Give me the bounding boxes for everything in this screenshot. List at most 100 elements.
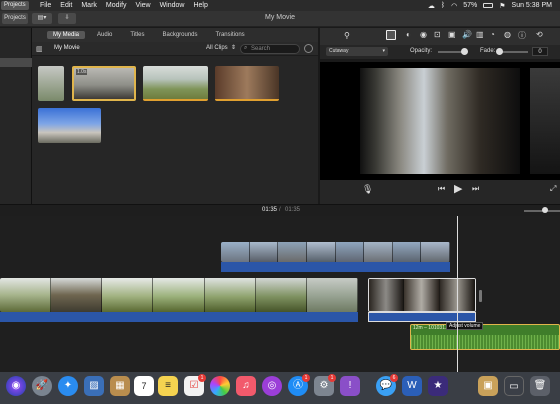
clip-filter-icon[interactable]: ◍ [504, 30, 511, 39]
menu-view[interactable]: View [136, 2, 151, 9]
chevron-updown-icon: ⇕ [231, 45, 237, 51]
project-name: My Movie [54, 45, 80, 51]
trash-icon[interactable]: 🗑 [530, 376, 550, 396]
downloads-folder-icon[interactable]: ▭ [504, 376, 524, 396]
settings-icon[interactable] [304, 44, 313, 53]
tab-transitions[interactable]: Transitions [210, 31, 251, 39]
siri-icon[interactable]: ◉ [6, 376, 26, 396]
flag-icon[interactable]: ⚑ [499, 2, 505, 10]
info-icon[interactable]: ⓘ [518, 30, 526, 41]
tab-titles[interactable]: Titles [124, 31, 150, 39]
reset-icon[interactable]: ⟲ [536, 30, 543, 39]
notes-icon[interactable]: ≡ [158, 376, 178, 396]
tab-audio[interactable]: Audio [91, 31, 118, 39]
play-icon[interactable]: ▶ [454, 182, 462, 195]
system-preferences-icon[interactable]: ⚙ 1 [314, 374, 336, 396]
opacity-slider[interactable] [438, 48, 468, 55]
video-viewer[interactable] [320, 62, 560, 180]
messages-badge: 6 [390, 374, 398, 382]
bluetooth-icon[interactable]: ᛒ [441, 2, 445, 9]
menu-file[interactable]: File [40, 2, 51, 9]
cutaway-clip-audio[interactable] [221, 262, 450, 272]
media-thumb-2-selected[interactable]: 1.0s [72, 66, 136, 101]
battery-icon[interactable] [483, 3, 494, 8]
sidebar-toggle-icon[interactable]: ▥ [36, 45, 43, 53]
playback-controls: 🎙 ⏮ ▶ ⏭ ⤢ [320, 180, 560, 204]
main-clip-2[interactable] [368, 278, 476, 312]
cutaway-clip[interactable] [221, 242, 450, 262]
viewer-frame [360, 68, 520, 174]
archive-icon[interactable]: ▣ [478, 376, 498, 396]
main-clip-1-audio[interactable] [0, 312, 358, 322]
notes-folder-icon[interactable]: ▦ [110, 376, 130, 396]
color-balance-icon[interactable]: ◐ [406, 30, 411, 39]
adjust-volume-tooltip: Adjust volume [446, 322, 484, 330]
tab-my-media[interactable]: My Media [47, 31, 86, 39]
background-audio-clip[interactable]: 12m – 101031.0251 [410, 324, 560, 350]
fade-value-field[interactable]: 0 [532, 47, 548, 56]
zoom-slider-knob[interactable] [542, 207, 548, 213]
library-sidebar [0, 28, 32, 204]
media-thumb-4[interactable] [215, 66, 279, 101]
reminders-icon[interactable]: ☑ 1 [184, 374, 206, 396]
fade-slider-knob[interactable] [496, 48, 503, 55]
calendar-icon[interactable]: 7 [134, 376, 154, 396]
timeline: 12m – 101031.0251 Adjust volume [0, 216, 560, 372]
messages-icon[interactable]: 💬 6 [376, 374, 398, 396]
opacity-slider-knob[interactable] [461, 48, 468, 55]
photos-icon[interactable] [210, 376, 230, 396]
menu-help[interactable]: Help [193, 2, 207, 9]
menu-edit[interactable]: Edit [60, 2, 72, 9]
noise-reduction-icon[interactable]: ▥ [476, 30, 484, 39]
viewer-frame-right [530, 68, 560, 174]
fade-slider[interactable] [496, 48, 528, 55]
crop-icon[interactable]: ⊡ [434, 30, 441, 39]
media-thumb-5[interactable] [38, 108, 101, 143]
browser-header: ▥ My Movie All Clips ⇕ ⌕ Search [32, 42, 318, 56]
clips-filter[interactable]: All Clips [206, 45, 228, 51]
music-icon[interactable]: ♫ [236, 376, 256, 396]
color-correction-icon[interactable]: ◉ [420, 30, 427, 39]
feedback-icon[interactable]: ! [340, 376, 360, 396]
main-clip-2-audio[interactable] [368, 312, 476, 322]
clock[interactable]: Sun 5:38 PM [512, 2, 552, 9]
menu-window[interactable]: Window [160, 2, 185, 9]
imovie-icon[interactable]: ★ [428, 376, 448, 396]
safari-icon[interactable]: ✦ [58, 376, 78, 396]
sidebar-selected-item[interactable] [0, 58, 32, 67]
media-thumb-3[interactable] [143, 66, 208, 101]
launchpad-icon[interactable]: 🚀 [32, 376, 52, 396]
cloud-icon[interactable]: ☁ [428, 2, 435, 10]
playhead[interactable] [457, 216, 458, 372]
magic-wand-icon[interactable]: ⚲ [344, 31, 350, 40]
skip-forward-icon[interactable]: ⏭ [472, 184, 479, 194]
skip-back-icon[interactable]: ⏮ [438, 184, 445, 194]
stabilization-icon[interactable]: ▣ [448, 30, 456, 39]
podcasts-icon[interactable]: ◎ [262, 376, 282, 396]
media-browser: 1.0s [32, 56, 318, 204]
search-icon: ⌕ [244, 45, 248, 51]
main-clip-1[interactable] [0, 278, 358, 312]
clip-trim-handle[interactable] [479, 290, 482, 302]
preview-icon[interactable]: ▨ [84, 376, 104, 396]
audio-waveform [411, 335, 559, 349]
search-input[interactable]: ⌕ Search [240, 44, 300, 54]
word-icon[interactable]: W [402, 376, 422, 396]
media-thumb-1[interactable] [38, 66, 64, 101]
zoom-slider[interactable] [524, 207, 560, 213]
projects-button[interactable]: Projects [1, 1, 29, 10]
fullscreen-icon[interactable]: ⤢ [550, 184, 556, 194]
appstore-icon[interactable]: Ⓐ 1 [288, 374, 310, 396]
reminders-badge: 1 [198, 374, 206, 382]
crop-overlay-icon[interactable] [386, 30, 396, 40]
microphone-icon[interactable]: 🎙 [362, 184, 373, 195]
cutaway-select[interactable]: Cutaway ▾ [326, 47, 388, 56]
menu-modify[interactable]: Modify [106, 2, 127, 9]
volume-icon[interactable]: 🔊 [462, 30, 472, 39]
speed-icon[interactable]: ◔ [490, 30, 495, 39]
window-title: My Movie [265, 14, 295, 21]
fade-label: Fade: [480, 48, 496, 54]
tab-backgrounds[interactable]: Backgrounds [157, 31, 204, 39]
wifi-icon[interactable]: ◠ [451, 2, 457, 10]
menu-mark[interactable]: Mark [81, 2, 97, 9]
